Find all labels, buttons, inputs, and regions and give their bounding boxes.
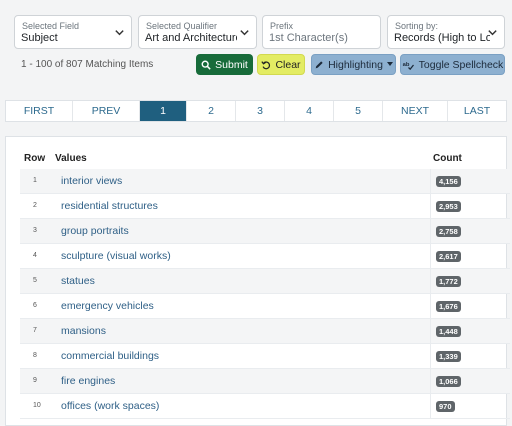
count-cell: 1,066 bbox=[430, 369, 483, 393]
row-number: 6 bbox=[33, 302, 37, 309]
result-count: 1 - 100 of 807 Matching Items bbox=[21, 59, 154, 70]
count-badge: 1,772 bbox=[436, 276, 461, 287]
count-cell: 4,156 bbox=[430, 169, 483, 193]
row-header: Row bbox=[24, 153, 46, 164]
pen-icon bbox=[315, 60, 323, 68]
table-row: 10 offices (work spaces) 970 bbox=[20, 394, 510, 419]
table-row: 3 group portraits 2,758 bbox=[20, 219, 510, 244]
table-row: 7 mansions 1,448 bbox=[20, 319, 510, 344]
count-badge: 970 bbox=[436, 401, 455, 412]
selected-field-select[interactable]: Selected Field Subject bbox=[14, 15, 132, 49]
value-link[interactable]: residential structures bbox=[61, 200, 158, 212]
selected-qualifier-select[interactable]: Selected Qualifier Art and Architecture … bbox=[138, 15, 257, 49]
svg-text:ab: ab bbox=[402, 61, 409, 67]
spellcheck-label: Toggle Spellcheck bbox=[418, 58, 504, 71]
count-cell: 970 bbox=[430, 394, 483, 418]
table-row: 2 residential structures 2,953 bbox=[20, 194, 510, 219]
results-table: Row Values Count 1 interior views 4,156 2 r… bbox=[5, 136, 510, 426]
values-header: Values bbox=[55, 153, 87, 164]
page-5[interactable]: 5 bbox=[334, 101, 383, 121]
count-badge: 1,066 bbox=[436, 376, 461, 387]
count-cell: 1,676 bbox=[430, 294, 483, 318]
prefix-input[interactable]: Prefix 1st Character(s) bbox=[262, 15, 381, 49]
selected-qualifier-label: Selected Qualifier bbox=[146, 21, 218, 31]
highlighting-dropdown-button[interactable]: Highlighting bbox=[311, 54, 396, 75]
count-badge: 2,617 bbox=[436, 251, 461, 262]
table-row: 1 interior views 4,156 bbox=[20, 169, 510, 194]
row-number: 4 bbox=[33, 252, 37, 259]
table-row: 5 statues 1,772 bbox=[20, 269, 510, 294]
value-link[interactable]: offices (work spaces) bbox=[61, 400, 159, 412]
pagination: FIRST PREV 1 2 3 4 5 NEXT LAST bbox=[5, 100, 507, 122]
selected-field-value: Subject bbox=[21, 32, 58, 44]
search-icon bbox=[201, 60, 211, 70]
count-cell: 2,758 bbox=[430, 219, 483, 243]
value-link[interactable]: interior views bbox=[61, 175, 122, 187]
page-last[interactable]: LAST bbox=[448, 101, 506, 121]
table-row: 8 commercial buildings 1,339 bbox=[20, 344, 510, 369]
submit-button[interactable]: Submit bbox=[196, 54, 253, 75]
count-cell: 2,953 bbox=[430, 194, 483, 218]
table-body: 1 interior views 4,156 2 residential struct… bbox=[20, 169, 510, 419]
count-badge: 1,339 bbox=[436, 351, 461, 362]
chevron-down-icon bbox=[240, 30, 249, 36]
sorting-label: Sorting by: bbox=[395, 21, 439, 31]
value-link[interactable]: fire engines bbox=[61, 375, 115, 387]
count-header: Count bbox=[433, 153, 462, 164]
prefix-label: Prefix bbox=[270, 21, 294, 31]
page-3[interactable]: 3 bbox=[236, 101, 285, 121]
clear-button[interactable]: Clear bbox=[257, 54, 305, 75]
highlighting-label: Highlighting bbox=[328, 58, 383, 71]
count-cell: 1,448 bbox=[430, 319, 483, 343]
row-number: 3 bbox=[33, 227, 37, 234]
row-number: 5 bbox=[33, 277, 37, 284]
page-prev[interactable]: PREV bbox=[73, 101, 140, 121]
value-link[interactable]: emergency vehicles bbox=[61, 300, 154, 312]
value-link[interactable]: mansions bbox=[61, 325, 106, 337]
count-cell: 1,772 bbox=[430, 269, 483, 293]
count-badge: 2,953 bbox=[436, 201, 461, 212]
value-link[interactable]: commercial buildings bbox=[61, 350, 159, 362]
value-link[interactable]: sculpture (visual works) bbox=[61, 250, 171, 262]
table-row: 4 sculpture (visual works) 2,617 bbox=[20, 244, 510, 269]
page-next[interactable]: NEXT bbox=[383, 101, 448, 121]
count-badge: 4,156 bbox=[436, 176, 461, 187]
row-number: 9 bbox=[33, 377, 37, 384]
submit-label: Submit bbox=[215, 58, 248, 71]
selected-field-label: Selected Field bbox=[22, 21, 80, 31]
sorting-select[interactable]: Sorting by: Records (High to Low bbox=[387, 15, 505, 49]
count-cell: 2,617 bbox=[430, 244, 483, 268]
row-number: 1 bbox=[33, 177, 37, 184]
row-number: 10 bbox=[33, 402, 41, 409]
table-row: 9 fire engines 1,066 bbox=[20, 369, 510, 394]
prefix-placeholder: 1st Character(s) bbox=[269, 32, 348, 44]
row-number: 7 bbox=[33, 327, 37, 334]
caret-down-icon bbox=[386, 62, 393, 66]
value-link[interactable]: group portraits bbox=[61, 225, 129, 237]
clear-label: Clear bbox=[275, 58, 301, 71]
table-row: 6 emergency vehicles 1,676 bbox=[20, 294, 510, 319]
page-4[interactable]: 4 bbox=[285, 101, 334, 121]
search-toolbar: Selected Field Subject Selected Qualifie… bbox=[0, 0, 512, 92]
undo-icon bbox=[261, 60, 271, 69]
page-2[interactable]: 2 bbox=[187, 101, 236, 121]
spellcheck-icon: ab bbox=[402, 61, 414, 70]
value-link[interactable]: statues bbox=[61, 275, 95, 287]
row-number: 8 bbox=[33, 352, 37, 359]
toggle-spellcheck-button[interactable]: ab Toggle Spellcheck bbox=[400, 54, 505, 75]
sorting-value: Records (High to Low bbox=[394, 32, 490, 44]
count-badge: 2,758 bbox=[436, 226, 461, 237]
selected-qualifier-value: Art and Architecture T bbox=[145, 32, 237, 44]
count-badge: 1,448 bbox=[436, 326, 461, 337]
chevron-down-icon bbox=[488, 30, 497, 36]
row-number: 2 bbox=[33, 202, 37, 209]
count-badge: 1,676 bbox=[436, 301, 461, 312]
page-first[interactable]: FIRST bbox=[6, 101, 73, 121]
chevron-down-icon bbox=[115, 30, 124, 36]
count-cell: 1,339 bbox=[430, 344, 483, 368]
page-1[interactable]: 1 bbox=[140, 101, 187, 121]
